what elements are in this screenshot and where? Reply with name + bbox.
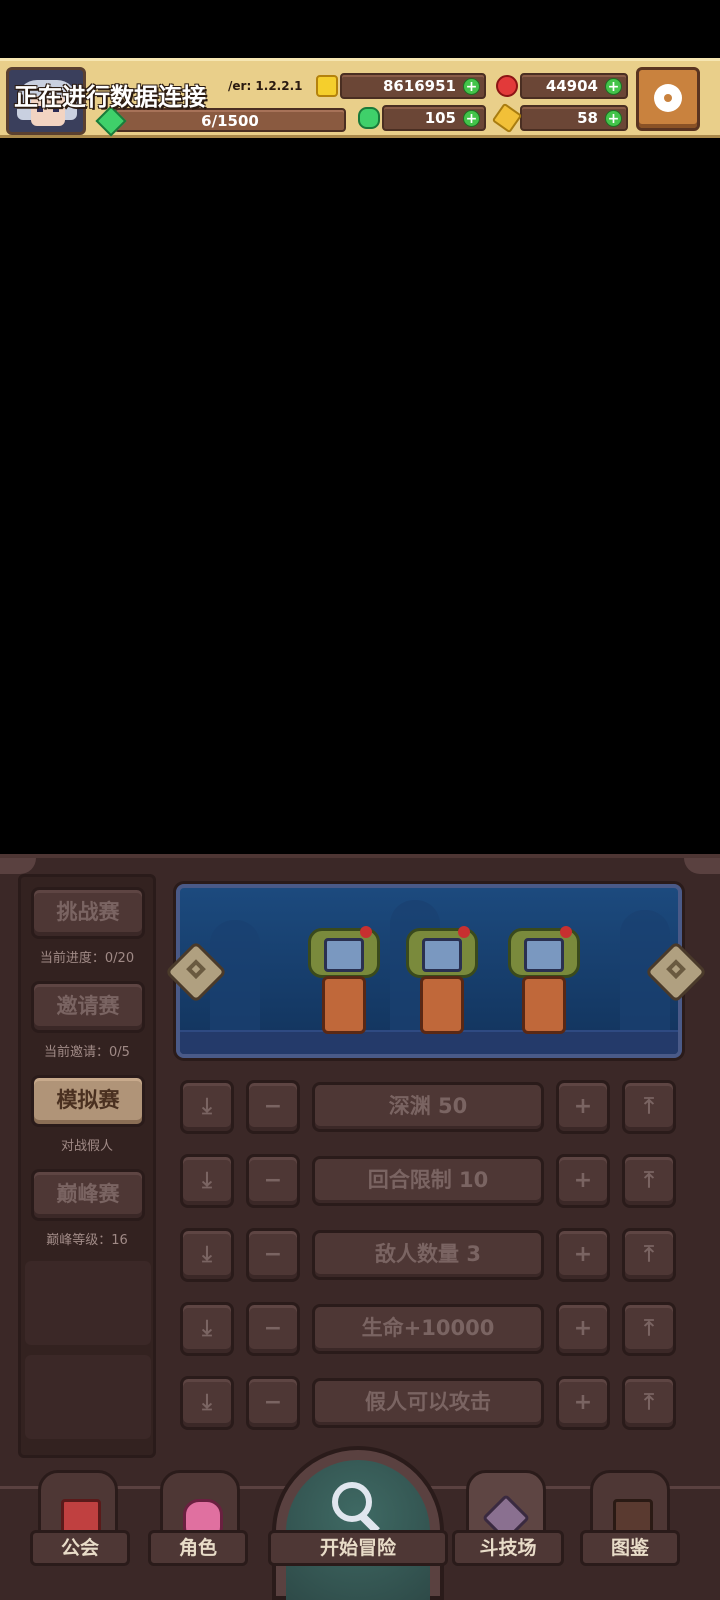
nav-character-label[interactable]: 角色 xyxy=(148,1530,248,1566)
enemy-preview xyxy=(176,884,682,1058)
increase-button[interactable]: + xyxy=(556,1376,610,1430)
decrease-button[interactable]: − xyxy=(246,1228,300,1282)
set-max-button[interactable]: ⤒ xyxy=(622,1154,676,1208)
plus-icon: + xyxy=(573,1168,593,1193)
set-max-button[interactable]: ⤒ xyxy=(622,1376,676,1430)
panel-corner-ornament xyxy=(684,858,720,874)
increase-button[interactable]: + xyxy=(556,1228,610,1282)
set-min-button[interactable]: ⤓ xyxy=(180,1154,234,1208)
decrease-button[interactable]: − xyxy=(246,1154,300,1208)
panel-corner-ornament xyxy=(0,858,36,874)
enemy-sprite xyxy=(504,926,584,1036)
arrow-to-bottom-icon: ⤓ xyxy=(202,1390,212,1415)
clover-icon xyxy=(358,107,380,129)
minus-icon: − xyxy=(263,1094,283,1119)
minus-icon: − xyxy=(263,1168,283,1193)
ruby-value: 44904 xyxy=(545,77,598,95)
set-min-button[interactable]: ⤓ xyxy=(180,1376,234,1430)
increase-button[interactable]: + xyxy=(556,1080,610,1134)
arrow-to-bottom-icon: ⤓ xyxy=(202,1094,212,1119)
gear-icon xyxy=(654,84,682,112)
empty-mode-slot xyxy=(25,1355,151,1439)
plus-icon: + xyxy=(573,1390,593,1415)
mode-invite-progress: 当前邀请：0/5 xyxy=(44,1045,130,1060)
chevron-right-icon xyxy=(666,959,686,980)
set-min-button[interactable]: ⤓ xyxy=(180,1080,234,1134)
setting-row-hp: ⤓ − 生命+10000 + ⤒ xyxy=(180,1302,676,1358)
minus-icon: − xyxy=(263,1242,283,1267)
decrease-button[interactable]: − xyxy=(246,1080,300,1134)
key-counter: 58 + xyxy=(520,105,628,131)
set-max-button[interactable]: ⤒ xyxy=(622,1080,676,1134)
key-value: 58 xyxy=(577,109,598,127)
gold-counter: 8616951 + xyxy=(340,73,486,99)
arrow-to-bottom-icon: ⤓ xyxy=(202,1242,212,1267)
mode-invite-button[interactable]: 邀请赛 xyxy=(31,981,145,1033)
mode-simulation-desc: 对战假人 xyxy=(60,1139,113,1154)
gold-add-button[interactable]: + xyxy=(463,78,480,95)
setting-value: 假人可以攻击 xyxy=(312,1378,544,1428)
ruby-add-button[interactable]: + xyxy=(605,78,622,95)
connection-status: 正在进行数据连接 xyxy=(14,83,206,111)
key-icon xyxy=(491,102,523,134)
mode-challenge-progress: 当前进度：0/20 xyxy=(39,951,135,966)
decrease-button[interactable]: − xyxy=(246,1302,300,1356)
clover-value: 105 xyxy=(424,109,456,127)
arrow-to-top-icon: ⤒ xyxy=(644,1316,654,1341)
set-min-button[interactable]: ⤓ xyxy=(180,1228,234,1282)
empty-mode-slot xyxy=(25,1261,151,1345)
setting-row-dummy-attack: ⤓ − 假人可以攻击 + ⤒ xyxy=(180,1376,676,1432)
setting-value: 深渊 50 xyxy=(312,1082,544,1132)
plus-icon: + xyxy=(573,1094,593,1119)
mode-list: 挑战赛 当前进度：0/20 邀请赛 当前邀请：0/5 模拟赛 对战假人 巅峰赛 … xyxy=(18,874,156,1458)
set-min-button[interactable]: ⤓ xyxy=(180,1302,234,1356)
key-add-button[interactable]: + xyxy=(605,110,622,127)
energy-value: 6/1500 xyxy=(201,112,259,130)
enemy-sprite xyxy=(304,926,384,1036)
set-max-button[interactable]: ⤒ xyxy=(622,1302,676,1356)
mode-challenge-button[interactable]: 挑战赛 xyxy=(31,887,145,939)
nav-guild-label[interactable]: 公会 xyxy=(30,1530,130,1566)
minus-icon: − xyxy=(263,1390,283,1415)
increase-button[interactable]: + xyxy=(556,1154,610,1208)
arrow-to-top-icon: ⤒ xyxy=(644,1094,654,1119)
setting-value: 生命+10000 xyxy=(312,1304,544,1354)
arrow-to-top-icon: ⤒ xyxy=(644,1390,654,1415)
mode-peak-level: 巅峰等级：16 xyxy=(46,1233,128,1248)
setting-row-enemy-count: ⤓ − 敌人数量 3 + ⤒ xyxy=(180,1228,676,1284)
clover-counter: 105 + xyxy=(382,105,486,131)
setting-value: 回合限制 10 xyxy=(312,1156,544,1206)
ruby-icon xyxy=(496,75,518,97)
mode-simulation-button[interactable]: 模拟赛 xyxy=(31,1075,145,1127)
gold-coin-icon xyxy=(316,75,338,97)
increase-button[interactable]: + xyxy=(556,1302,610,1356)
arrow-to-top-icon: ⤒ xyxy=(644,1168,654,1193)
nav-start-label[interactable]: 开始冒险 xyxy=(268,1530,448,1566)
chevron-left-icon xyxy=(186,959,206,980)
arrow-to-bottom-icon: ⤓ xyxy=(202,1316,212,1341)
setting-value: 敌人数量 3 xyxy=(312,1230,544,1280)
arrow-to-top-icon: ⤒ xyxy=(644,1242,654,1267)
clover-add-button[interactable]: + xyxy=(463,110,480,127)
gold-value: 8616951 xyxy=(382,77,456,95)
enemy-sprite xyxy=(402,926,482,1036)
version-label: /er: 1.2.2.1 xyxy=(228,79,303,93)
top-hud: 正在进行数据连接 /er: 1.2.2.1 6/1500 8616951 + 4… xyxy=(0,58,720,138)
mode-peak-button[interactable]: 巅峰赛 xyxy=(31,1169,145,1221)
settings-button[interactable] xyxy=(636,67,700,131)
minus-icon: − xyxy=(263,1316,283,1341)
set-max-button[interactable]: ⤒ xyxy=(622,1228,676,1282)
setting-row-turn-limit: ⤓ − 回合限制 10 + ⤒ xyxy=(180,1154,676,1210)
decrease-button[interactable]: − xyxy=(246,1376,300,1430)
ruby-counter: 44904 + xyxy=(520,73,628,99)
setting-row-depth: ⤓ − 深渊 50 + ⤒ xyxy=(180,1080,676,1136)
nav-arena-label[interactable]: 斗技场 xyxy=(452,1530,564,1566)
plus-icon: + xyxy=(573,1242,593,1267)
nav-codex-label[interactable]: 图鉴 xyxy=(580,1530,680,1566)
arrow-to-bottom-icon: ⤓ xyxy=(202,1168,212,1193)
plus-icon: + xyxy=(573,1316,593,1341)
